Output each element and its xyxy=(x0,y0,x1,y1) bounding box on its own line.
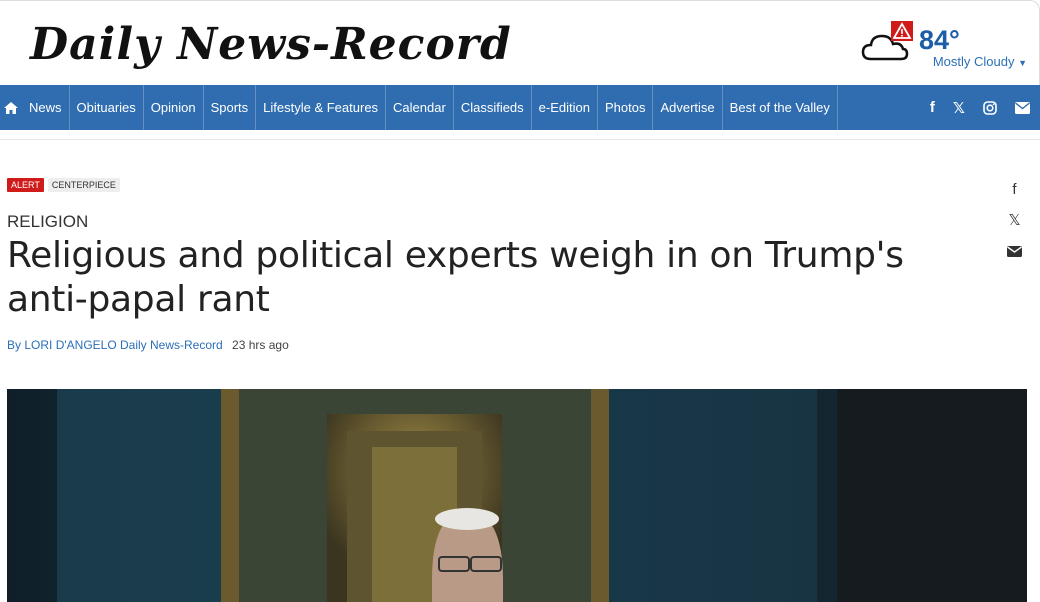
nav-social-links: f 𝕏 xyxy=(930,85,1030,130)
nav-item-best-of-the-valley[interactable]: Best of the Valley xyxy=(721,85,838,130)
masthead: Daily News-Record 84° Mostly Cloudy ▼ xyxy=(0,0,1040,85)
byline: By LORI D'ANGELO Daily News-Record 23 hr… xyxy=(7,338,289,352)
main-nav: News Obituaries Opinion Sports Lifestyle… xyxy=(0,85,1040,130)
share-x-icon[interactable]: 𝕏 xyxy=(1008,211,1020,229)
x-icon[interactable]: 𝕏 xyxy=(953,99,965,117)
article-timestamp: 23 hrs ago xyxy=(232,338,289,352)
byline-author[interactable]: LORI D'ANGELO Daily News-Record xyxy=(24,338,222,352)
weather-condition-label: Mostly Cloudy xyxy=(932,54,1015,69)
nav-item-news[interactable]: News xyxy=(22,85,69,130)
share-tools: f 𝕏 xyxy=(1007,180,1022,260)
share-facebook-icon[interactable]: f xyxy=(1012,180,1016,198)
nav-item-classifieds[interactable]: Classifieds xyxy=(452,85,531,130)
warning-icon xyxy=(891,21,913,41)
nav-item-lifestyle[interactable]: Lifestyle & Features xyxy=(255,85,385,130)
facebook-icon[interactable]: f xyxy=(930,99,935,116)
site-logo[interactable]: Daily News-Record xyxy=(30,19,512,70)
article-hero-photo[interactable] xyxy=(7,389,1027,602)
weather-widget[interactable]: 84° Mostly Cloudy ▼ xyxy=(857,21,1027,71)
share-email-icon[interactable] xyxy=(1007,242,1022,260)
weather-condition[interactable]: Mostly Cloudy ▼ xyxy=(933,54,1027,69)
home-button[interactable] xyxy=(0,85,22,130)
nav-item-photos[interactable]: Photos xyxy=(596,85,652,130)
article-section[interactable]: RELIGION xyxy=(7,212,88,232)
alert-badge[interactable]: ALERT xyxy=(7,178,44,192)
email-icon[interactable] xyxy=(1015,101,1030,114)
centerpiece-badge[interactable]: CENTERPIECE xyxy=(47,178,120,192)
nav-item-calendar[interactable]: Calendar xyxy=(385,85,453,130)
divider xyxy=(0,139,1040,140)
chevron-down-icon: ▼ xyxy=(1018,58,1027,68)
home-icon xyxy=(4,101,18,114)
hero-photo-image xyxy=(7,389,1027,602)
weather-temperature: 84° xyxy=(919,25,960,55)
byline-prefix: By xyxy=(7,338,22,352)
nav-item-opinion[interactable]: Opinion xyxy=(142,85,203,130)
article-tags: ALERT CENTERPIECE xyxy=(7,178,120,192)
nav-item-e-edition[interactable]: e-Edition xyxy=(530,85,597,130)
nav-item-obituaries[interactable]: Obituaries xyxy=(68,85,143,130)
nav-item-advertise[interactable]: Advertise xyxy=(652,85,721,130)
article-headline: Religious and political experts weigh in… xyxy=(7,235,904,320)
nav-items: News Obituaries Opinion Sports Lifestyle… xyxy=(22,85,838,130)
instagram-icon[interactable] xyxy=(983,100,997,115)
nav-item-sports[interactable]: Sports xyxy=(202,85,256,130)
